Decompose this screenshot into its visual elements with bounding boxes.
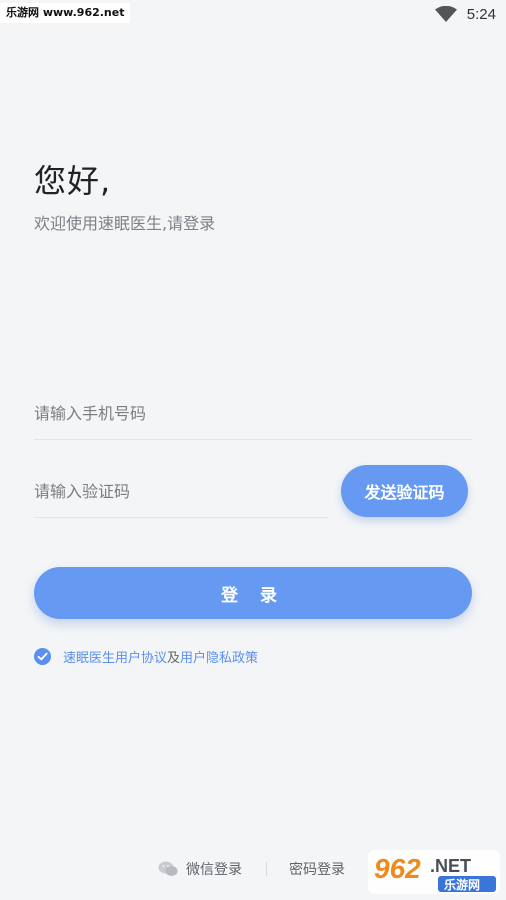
login-screen: 乐游网 www.962.net 5:24 您好, 欢迎使用速眠医生,请登录 发送… [0,0,506,900]
login-button[interactable]: 登 录 [34,567,472,619]
wechat-login-label: 微信登录 [186,862,242,878]
greeting-title: 您好, [34,162,112,200]
status-right: 5:24 [434,4,496,24]
watermark-logo-main: 962 [374,853,421,884]
check-icon[interactable] [34,647,51,665]
wechat-login-button[interactable]: 微信登录 [158,858,242,880]
watermark-logo: 962 .NET 乐游网 [366,848,502,896]
phone-field [34,388,472,440]
user-agreement-link[interactable]: 速眠医生用户协议 [63,651,167,666]
agreement-connector: 及 [167,650,181,666]
wifi-icon [434,6,457,22]
checkmark-glyph [37,652,48,660]
agreement-text: 速眠医生用户协议及用户隐私政策 [63,647,258,666]
password-login-button[interactable]: 密码登录 [289,858,345,880]
wechat-icon [158,861,178,876]
agreement-row: 速眠医生用户协议及用户隐私政策 [34,646,258,666]
code-input[interactable] [34,466,328,517]
alt-login-divider [266,862,267,876]
phone-input[interactable] [34,388,472,439]
greeting-subtitle: 欢迎使用速眠医生,请登录 [34,214,216,233]
status-time: 5:24 [466,5,496,23]
watermark-tag: 乐游网 www.962.net [0,3,131,23]
password-login-label: 密码登录 [289,862,345,878]
watermark-logo-sub: 乐游网 [444,877,480,892]
status-bar: 乐游网 www.962.net 5:24 [0,0,506,28]
send-code-button[interactable]: 发送验证码 [341,465,468,517]
privacy-policy-link[interactable]: 用户隐私政策 [180,651,258,666]
watermark-logo-suffix: .NET [430,856,471,876]
code-field [34,466,328,518]
